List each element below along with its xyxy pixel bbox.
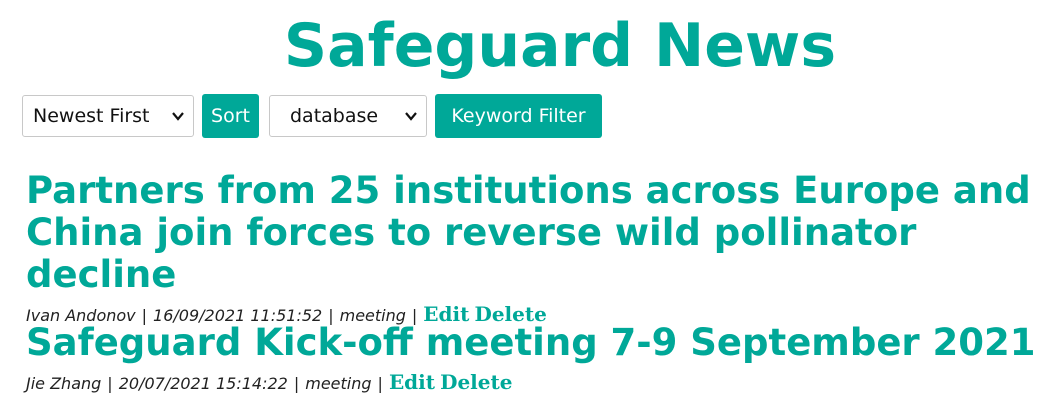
- news-date: 20/07/2021 15:14:22: [118, 374, 288, 393]
- keyword-filter-button[interactable]: Keyword Filter: [435, 94, 602, 138]
- page-title: Safeguard News: [283, 11, 837, 81]
- chevron-down-icon: [172, 112, 184, 121]
- separator: |: [377, 374, 383, 393]
- chevron-down-icon: [405, 112, 417, 121]
- keyword-value: database: [290, 105, 379, 127]
- sort-button[interactable]: Sort: [202, 94, 259, 138]
- separator: |: [293, 374, 300, 393]
- news-item: Safeguard Kick-off meeting 7-9 September…: [26, 322, 1036, 395]
- news-meta: Jie Zhang | 20/07/2021 15:14:22 | meeting | Ed…: [26, 370, 1036, 394]
- separator: |: [107, 374, 113, 393]
- news-item: Partners from 25 institutions across Eur…: [26, 170, 1036, 327]
- sort-order-value: Newest First: [33, 105, 150, 127]
- sort-order-select[interactable]: Newest First: [22, 95, 194, 137]
- news-title[interactable]: Safeguard Kick-off meeting 7-9 September…: [26, 322, 1036, 364]
- delete-link[interactable]: Delete: [440, 370, 512, 394]
- edit-link[interactable]: Edit: [389, 370, 435, 394]
- controls-bar: Newest First Sort database Keyword Filte…: [22, 94, 602, 138]
- news-author: Jie Zhang: [26, 374, 102, 393]
- keyword-select[interactable]: database: [269, 95, 427, 137]
- news-title[interactable]: Partners from 25 institutions across Eur…: [26, 170, 1036, 296]
- news-tag: meeting: [305, 374, 372, 393]
